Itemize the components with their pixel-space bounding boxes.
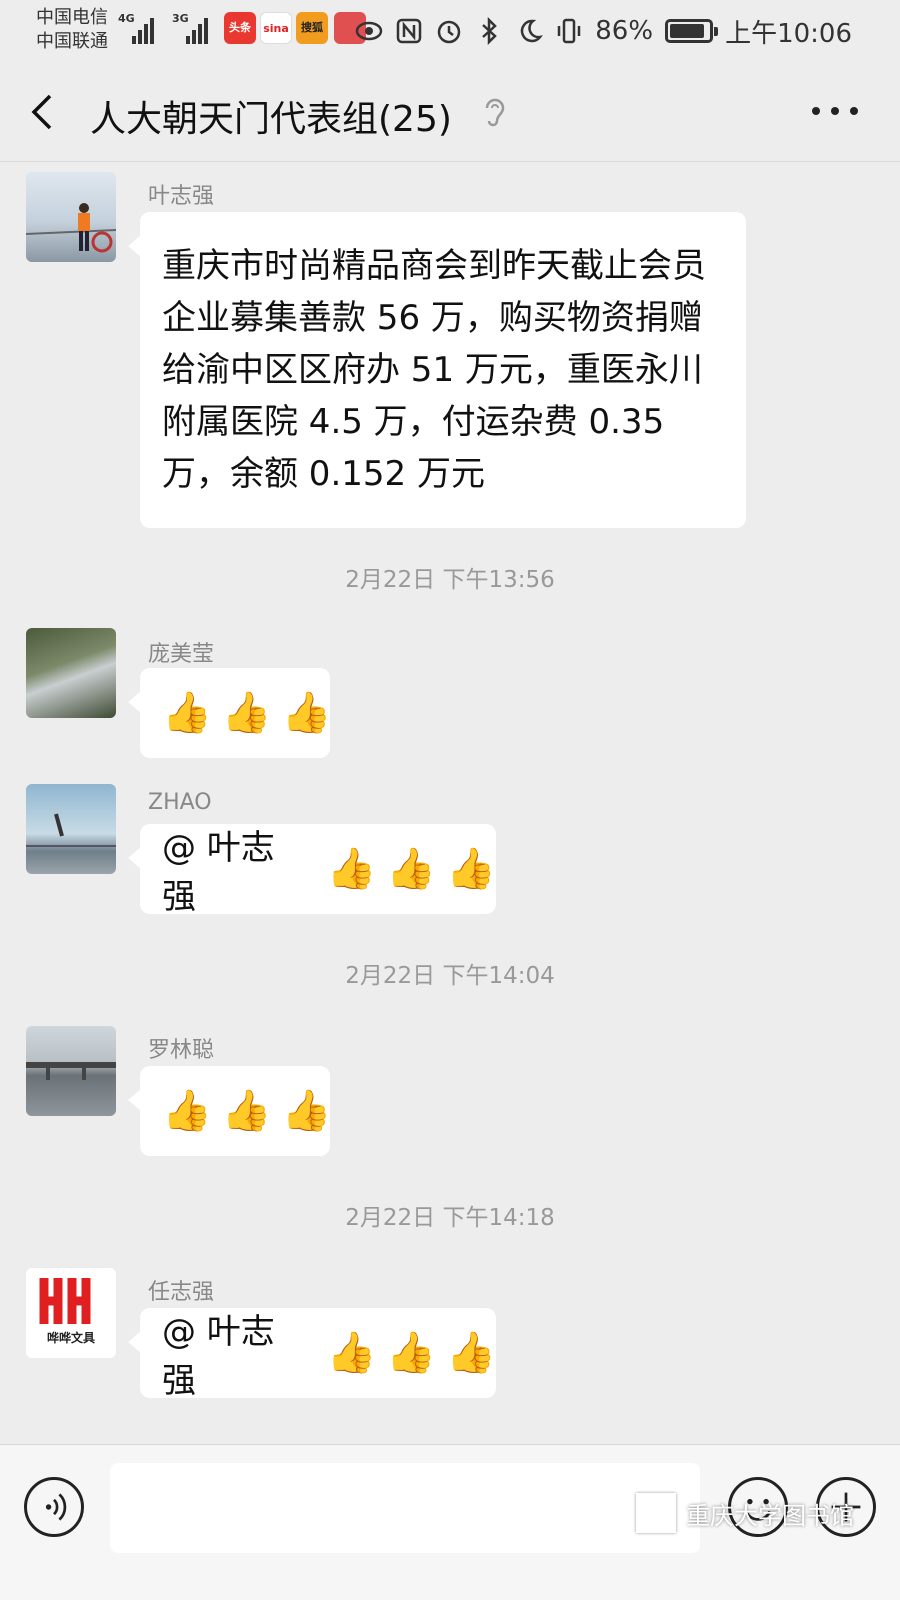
signal-icon [132, 14, 158, 44]
battery-icon [665, 19, 719, 43]
timestamp: 2月22日 下午13:56 [345, 567, 555, 593]
avatar-zhao[interactable] [26, 784, 116, 874]
message-input[interactable] [110, 1463, 700, 1553]
message-text: 重庆市时尚精品商会到昨天截止会员企业募集善款 56 万，购买物资捐赠给渝中区区府… [162, 246, 706, 494]
bluetooth-icon [482, 17, 498, 45]
message-bubble[interactable]: 👍 👍 👍 [128, 1066, 332, 1156]
timestamp: 2月22日 下午14:18 [345, 1205, 555, 1231]
sender-name: 任志强 [148, 1280, 215, 1305]
battery-fill [670, 24, 705, 38]
sender-name: ZHAO [148, 790, 212, 815]
watermark: 重庆大学图书馆 [636, 1493, 854, 1533]
more-options-button[interactable] [812, 96, 858, 126]
carrier-1: 中国电信 [36, 7, 108, 28]
huahua-logo-icon: 哗哗文具 [39, 1278, 95, 1345]
sender-name: 庞美莹 [148, 642, 215, 667]
thumbs-up-icon: 👍 [386, 846, 437, 892]
message-bubble[interactable]: 重庆市时尚精品商会到昨天截止会员企业募集善款 56 万，购买物资捐赠给渝中区区府… [128, 212, 746, 528]
carrier-2: 中国联通 [36, 31, 108, 52]
thumbs-up-icon: 👍 [326, 846, 377, 892]
thumbs-up-icon: 👍 [446, 1330, 496, 1376]
input-bar: 重庆大学图书馆 [0, 1444, 900, 1600]
mention-text: @ 叶志强 [162, 828, 275, 917]
emoji-row: @ 叶志强 👍 👍 👍 [140, 1308, 496, 1401]
earpiece-mode-icon [485, 98, 505, 127]
battery-percent: 86% [595, 16, 654, 46]
sender-name: 罗林聪 [148, 1038, 215, 1063]
message-bubble[interactable]: @ 叶志强 👍 👍 👍 [128, 824, 496, 917]
avatar-ye-zhiqiang[interactable] [26, 172, 116, 262]
mention-text: @ 叶志强 [162, 1312, 275, 1401]
sender-name: 叶志强 [148, 184, 215, 209]
thumbs-up-icon: 👍 [221, 690, 272, 736]
back-arrow-icon[interactable] [26, 92, 62, 132]
emoji-row: 👍 👍 👍 [140, 1066, 332, 1156]
thumbs-up-icon: 👍 [162, 690, 212, 736]
library-logo-icon [636, 1493, 676, 1533]
alarm-icon [438, 20, 461, 44]
voice-input-icon[interactable] [24, 1477, 84, 1537]
clock: 上午10:06 [725, 18, 852, 49]
emoji-row: @ 叶志强 👍 👍 👍 [140, 824, 496, 917]
thumbs-up-icon: 👍 [281, 1088, 332, 1134]
message-bubble[interactable]: 👍 👍 👍 [128, 668, 332, 758]
avatar-luo-lincong[interactable] [26, 1026, 116, 1116]
sina-app-icon: sina [260, 12, 292, 44]
moon-icon [521, 19, 544, 43]
vibrate-icon [558, 18, 581, 44]
avatar-ren-zhiqiang[interactable]: 哗哗文具 [26, 1268, 116, 1358]
chat-header: 人大朝天门代表组(25) [0, 62, 900, 162]
thumbs-up-icon: 👍 [281, 690, 332, 736]
emoji-row: 👍 👍 👍 [140, 668, 332, 758]
thumbs-up-icon: 👍 [326, 1330, 377, 1376]
thumbs-up-icon: 👍 [446, 846, 496, 892]
timestamp: 2月22日 下午14:04 [345, 963, 555, 989]
message-bubble[interactable]: @ 叶志强 👍 👍 👍 [128, 1308, 496, 1401]
sohu-app-icon: 搜狐 [296, 12, 328, 44]
signal-icon [186, 14, 212, 44]
avatar-pang-meiying[interactable] [26, 628, 116, 718]
carrier-labels: 中国电信 中国联通 [36, 6, 108, 54]
watermark-text: 重庆大学图书馆 [686, 1501, 854, 1530]
thumbs-up-icon: 👍 [386, 1330, 437, 1376]
status-bar: 中国电信 中国联通 4G 3G 头条 sina 搜狐 86% 上午10:06 [0, 0, 900, 62]
status-icons: 86% 上午10:06 [355, 14, 852, 49]
avatar-logo-text: 哗哗文具 [47, 1330, 95, 1345]
chat-title: 人大朝天门代表组(25) [90, 99, 452, 140]
nfc-icon [397, 18, 422, 44]
eye-icon [356, 21, 383, 41]
thumbs-up-icon: 👍 [162, 1088, 212, 1134]
toutiao-app-icon: 头条 [224, 12, 256, 44]
thumbs-up-icon: 👍 [221, 1088, 272, 1134]
